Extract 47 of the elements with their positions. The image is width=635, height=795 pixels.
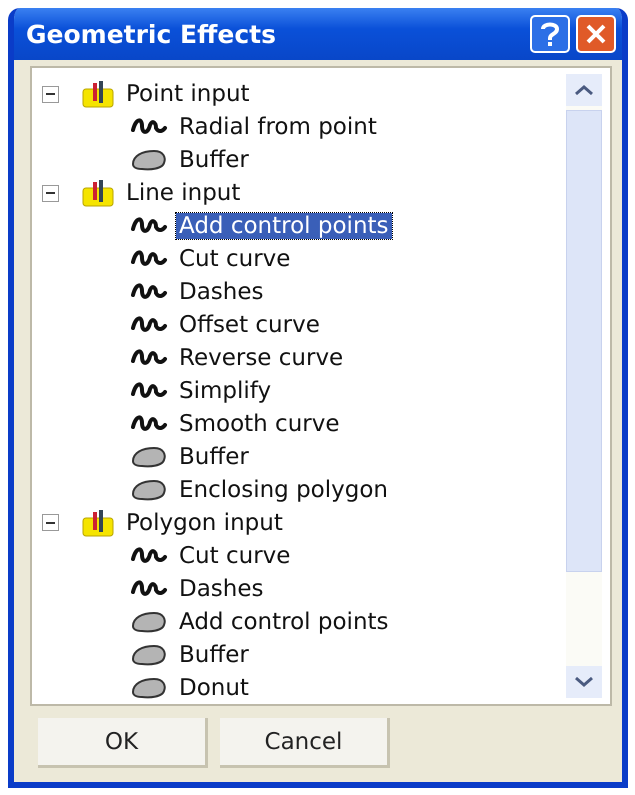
cancel-button[interactable]: Cancel [220,718,390,768]
tree-group-label[interactable]: Line input [123,180,244,206]
scroll-up-button[interactable] [566,74,602,106]
blob-icon [130,148,168,172]
tree-item[interactable]: Dashes [176,576,266,602]
collapse-toggle[interactable] [42,514,59,532]
folder-icon [81,178,115,208]
tree-item[interactable]: Buffer [176,147,252,174]
scroll-thumb[interactable] [566,110,602,572]
tree-item[interactable]: Simplify [176,378,274,404]
tree-item[interactable]: Cut curve [176,246,294,272]
tree-item[interactable]: Buffer [176,642,252,668]
close-button[interactable] [576,15,616,53]
tree-item[interactable]: Offset curve [176,312,323,338]
collapse-toggle[interactable] [42,184,59,202]
minus-icon [46,522,55,524]
scroll-down-button[interactable] [566,666,602,698]
window-title: Geometric Effects [26,20,277,48]
folder-icon [81,508,115,538]
blob-icon [130,676,168,700]
collapse-toggle[interactable] [42,86,59,103]
minus-icon [46,192,55,194]
tree-item[interactable]: Cut curve [176,542,294,569]
blob-icon [130,642,168,667]
blob-icon [130,444,168,469]
close-icon [585,23,607,45]
tree-item[interactable]: Buffer [176,444,252,470]
help-button[interactable] [530,15,570,53]
tree-item[interactable]: Smooth curve [176,411,342,437]
chevron-up-icon [574,84,594,96]
tree-item[interactable]: Add control points [176,213,392,240]
help-icon [540,21,560,47]
tree-item[interactable]: Add control points [176,608,392,635]
scrollbar[interactable] [566,74,602,698]
tree-item[interactable]: Reverse curve [176,345,346,372]
blob-icon [130,478,168,502]
tree-group-label[interactable]: Polygon input [123,510,286,536]
tree-item[interactable]: Enclosing polygon [176,476,391,503]
folder-icon [81,79,115,110]
tree-item[interactable]: Radial from point [176,114,380,140]
tree-item[interactable]: Dashes [176,279,266,306]
tree-group-label[interactable]: Point input [123,81,253,108]
tree-item[interactable]: Donut [176,674,252,701]
ok-button[interactable]: OK [38,718,208,768]
minus-icon [46,93,55,96]
chevron-down-icon [574,676,594,688]
blob-icon [130,610,168,634]
